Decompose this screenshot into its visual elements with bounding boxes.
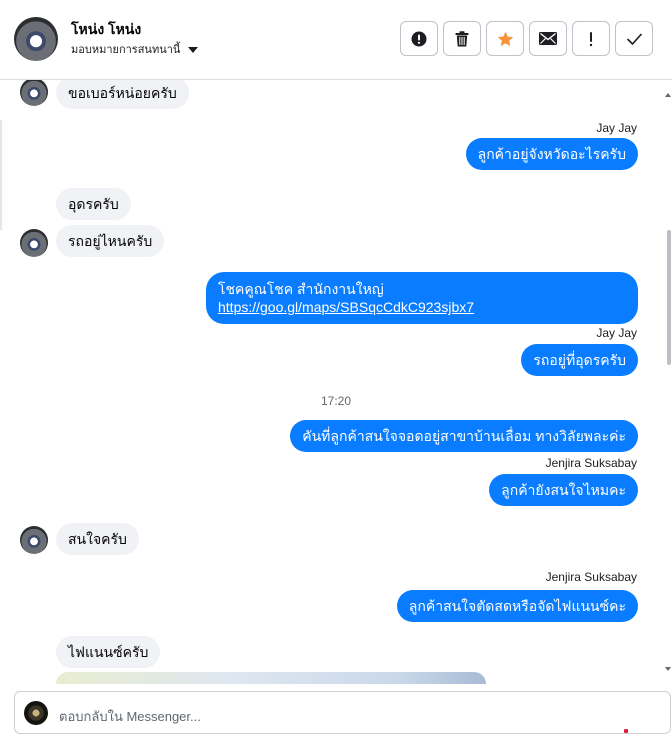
spam-button[interactable] [400,21,438,56]
caret-down-icon [188,46,199,53]
sender-label: Jay Jay [596,121,637,135]
alert-circle-icon [411,31,427,46]
location-link[interactable]: https://goo.gl/maps/SBSqcCdkC923sjbx7 [218,298,626,316]
page-avatar [24,701,48,725]
contact-avatar-small [20,80,48,106]
incoming-message[interactable]: ไฟแนนซ์ครับ [56,636,161,668]
outgoing-message[interactable]: ลูกค้าอยู่จังหวัดอะไรครับ [465,138,638,170]
contact-avatar-small [20,229,48,257]
incoming-message[interactable]: อุดรครับ [56,188,131,220]
assign-conversation-label: มอบหมายการสนทนานี้ [71,44,181,56]
incoming-message[interactable]: สนใจครับ [56,523,139,555]
assign-conversation-dropdown[interactable]: มอบหมายการสนทนานี้ [71,40,199,58]
contact-name[interactable]: โหน่ง โหน่ง [71,19,141,41]
outgoing-message[interactable]: ลูกค้ายังสนใจไหมคะ [489,474,638,506]
reply-input[interactable]: ตอบกลับใน Messenger... [59,706,201,727]
exclamation-icon [589,31,593,46]
star-icon [497,31,513,46]
follow-up-button[interactable] [572,21,610,56]
panel-divider [0,120,2,230]
image-attachment-preview[interactable] [56,672,486,684]
outgoing-message[interactable]: ลูกค้าสนใจตัดสดหรือจัดไฟแนนซ์คะ [396,590,638,622]
scroll-down-arrow-icon[interactable] [665,667,671,671]
sender-label: Jay Jay [596,326,637,340]
timestamp: 17:20 [320,394,352,408]
incoming-message[interactable]: รถอยู่ไหนครับ [56,225,165,257]
mark-done-button[interactable] [615,21,653,56]
location-title: โชคคูณโชค สำนักงานใหญ่ [218,281,384,297]
scrollbar-thumb[interactable] [667,230,671,365]
action-toolbar [400,21,653,56]
envelope-icon [539,32,557,45]
contact-avatar-small [20,526,48,554]
reply-box[interactable]: ตอบกลับใน Messenger... [14,691,671,734]
sender-label: Jenjira Suksabay [545,456,637,470]
incoming-message[interactable]: ขอเบอร์หน่อยครับ [56,80,189,109]
scroll-up-arrow-icon[interactable] [665,93,671,97]
star-button[interactable] [486,21,524,56]
contact-avatar[interactable] [14,17,58,61]
reply-indicator-icon [624,729,628,733]
conversation-header: โหน่ง โหน่ง มอบหมายการสนทนานี้ [0,0,672,80]
delete-button[interactable] [443,21,481,56]
outgoing-message[interactable]: คันที่ลูกค้าสนใจจอดอยู่สาขาบ้านเลื่อม ทา… [290,420,638,452]
message-thread[interactable]: ขอเบอร์หน่อยครับ Jay Jay ลูกค้าอยู่จังหว… [0,80,672,678]
check-icon [626,33,642,45]
outgoing-message[interactable]: รถอยู่ที่อุดรครับ [521,344,638,376]
outgoing-message-location[interactable]: โชคคูณโชค สำนักงานใหญ่ https://goo.gl/ma… [206,272,638,324]
mark-unread-button[interactable] [529,21,567,56]
sender-label: Jenjira Suksabay [545,570,637,584]
thread-scrollbar[interactable] [666,80,672,678]
trash-icon [455,30,469,46]
